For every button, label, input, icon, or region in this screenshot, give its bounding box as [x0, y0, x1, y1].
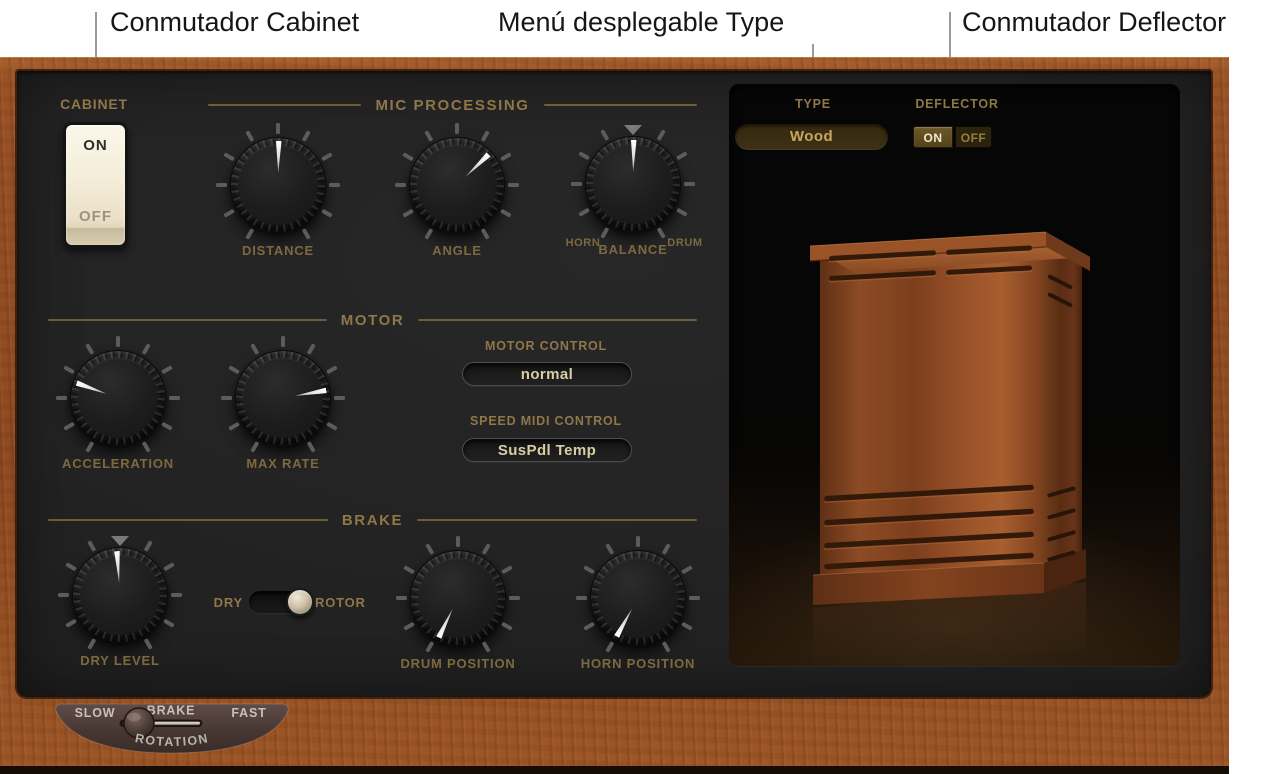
cabinet-power-switch[interactable]: ON OFF	[63, 122, 128, 248]
rotation-control: SLOW BRAKE FAST ROTATION	[52, 698, 292, 758]
acceleration-knob[interactable]: ACCELERATION	[48, 328, 188, 478]
cabinet-3d-image	[729, 231, 1180, 666]
max-rate-knob-label: MAX RATE	[246, 456, 320, 471]
rotation-brake-label: BRAKE	[147, 704, 195, 718]
dry-toggle-label: DRY	[213, 595, 243, 610]
brake-title: BRAKE	[341, 511, 404, 529]
distance-knob[interactable]: DISTANCE	[208, 115, 348, 265]
annotation-cabinet: Conmutador Cabinet	[110, 7, 360, 37]
horn-position-knob[interactable]: HORN POSITION	[568, 528, 708, 678]
cabinet-display: TYPE Wood DEFLECTOR ON OFF	[729, 84, 1180, 666]
balance-horn-label: HORN	[565, 237, 601, 249]
mic-processing-title: MIC PROCESSING	[375, 96, 530, 114]
motor-control-dropdown[interactable]: normal	[462, 362, 632, 386]
frame-bottom-edge	[0, 766, 1229, 774]
rotor-toggle-label: ROTOR	[315, 595, 366, 610]
acceleration-knob-label: ACCELERATION	[62, 456, 174, 471]
type-dropdown[interactable]: Wood	[735, 124, 888, 150]
distance-knob-label: DISTANCE	[242, 243, 314, 258]
main-panel: CABINET ON OFF MIC PROCESSING MOTOR BRAK…	[17, 71, 1211, 697]
drum-position-knob-label: DRUM POSITION	[400, 656, 516, 671]
rotation-fast-label: FAST	[231, 706, 266, 720]
type-label: TYPE	[795, 97, 831, 111]
cabinet-label: CABINET	[60, 96, 128, 112]
screenshot-root: Conmutador Cabinet Menú desplegable Type…	[0, 0, 1261, 774]
drum-position-knob[interactable]: DRUM POSITION	[388, 528, 528, 678]
dry-rotor-toggle-knob[interactable]	[286, 588, 314, 616]
cabinet-switch-off-label: OFF	[79, 208, 112, 225]
balance-drum-label: DRUM	[667, 237, 703, 249]
angle-knob-label: ANGLE	[432, 243, 482, 258]
deflector-switch: ON OFF	[913, 126, 992, 148]
dry-rotor-toggle[interactable]	[249, 588, 314, 616]
deflector-off-button[interactable]: OFF	[955, 126, 992, 148]
cabinet-switch-on-label: ON	[83, 137, 108, 154]
max-rate-knob[interactable]: MAX RATE	[213, 328, 353, 478]
angle-knob[interactable]: ANGLE	[387, 115, 527, 265]
deflector-on-button[interactable]: ON	[913, 126, 953, 148]
section-header-motor: MOTOR	[48, 311, 697, 329]
annotation-deflector: Conmutador Deflector	[962, 7, 1227, 37]
rotation-slow-label: SLOW	[75, 706, 116, 720]
plugin-window-wood-frame: CABINET ON OFF MIC PROCESSING MOTOR BRAK…	[0, 57, 1229, 774]
annotation-type: Menú desplegable Type	[498, 7, 785, 37]
speed-midi-control-dropdown[interactable]: SusPdl Temp	[462, 438, 632, 462]
section-header-mic-processing: MIC PROCESSING	[208, 96, 697, 114]
motor-control-label: MOTOR CONTROL	[485, 339, 607, 353]
dry-level-knob-label: DRY LEVEL	[80, 653, 160, 668]
deflector-label: DEFLECTOR	[915, 97, 999, 111]
dry-level-knob[interactable]: DRY LEVEL	[50, 525, 190, 675]
motor-title: MOTOR	[340, 311, 405, 329]
horn-position-knob-label: HORN POSITION	[580, 656, 696, 671]
speed-midi-control-label: SPEED MIDI CONTROL	[470, 414, 622, 428]
